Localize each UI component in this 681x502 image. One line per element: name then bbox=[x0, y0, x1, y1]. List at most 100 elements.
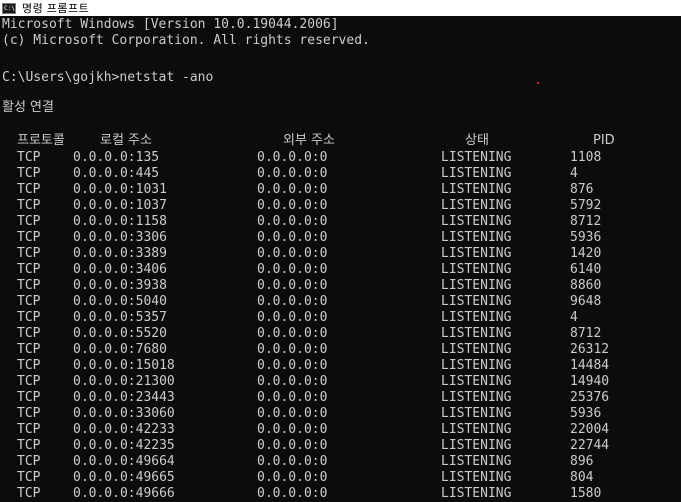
cell-local-address: 0.0.0.0:33060 bbox=[73, 406, 175, 421]
cell-pid: 1108 bbox=[570, 150, 602, 165]
cell-proto: TCP bbox=[17, 486, 41, 501]
cell-local-address: 0.0.0.0:7680 bbox=[73, 342, 167, 357]
cell-state: LISTENING bbox=[441, 198, 512, 213]
cell-proto: TCP bbox=[17, 214, 41, 229]
cell-proto: TCP bbox=[17, 374, 41, 389]
cell-pid: 4 bbox=[570, 310, 578, 325]
cell-local-address: 0.0.0.0:49665 bbox=[73, 470, 175, 485]
cell-pid: 1580 bbox=[570, 486, 602, 501]
cell-proto: TCP bbox=[17, 262, 41, 277]
cell-pid: 4 bbox=[570, 166, 578, 181]
cell-foreign-address: 0.0.0.0:0 bbox=[257, 166, 328, 181]
cell-local-address: 0.0.0.0:42233 bbox=[73, 422, 175, 437]
cell-state: LISTENING bbox=[441, 246, 512, 261]
cell-local-address: 0.0.0.0:3406 bbox=[73, 262, 167, 277]
cell-pid: 896 bbox=[570, 454, 594, 469]
mouse-pointer-mark bbox=[537, 82, 539, 84]
console-area[interactable]: Microsoft Windows [Version 10.0.19044.20… bbox=[0, 17, 681, 502]
cell-local-address: 0.0.0.0:5040 bbox=[73, 294, 167, 309]
table-row: TCP 0.0.0.0:1158 0.0.0.0:0 LISTENING 8712 bbox=[0, 214, 681, 230]
cell-pid: 8712 bbox=[570, 214, 602, 229]
command-prompt-window: C:\ 명령 프롬프트 Microsoft Windows [Version 1… bbox=[0, 0, 681, 502]
header-proto: 프로토콜 bbox=[17, 133, 65, 148]
cell-state: LISTENING bbox=[441, 342, 512, 357]
table-row: TCP 0.0.0.0:42235 0.0.0.0:0 LISTENING 22744 bbox=[0, 438, 681, 454]
table-row: TCP 0.0.0.0:3389 0.0.0.0:0 LISTENING 1420 bbox=[0, 246, 681, 262]
table-row: TCP 0.0.0.0:3938 0.0.0.0:0 LISTENING 8860 bbox=[0, 278, 681, 294]
cell-local-address: 0.0.0.0:1158 bbox=[73, 214, 167, 229]
title-bar[interactable]: C:\ 명령 프롬프트 bbox=[0, 0, 681, 16]
command-prompt-line: C:\Users\gojkh>netstat -ano bbox=[2, 70, 214, 85]
cell-pid: 1420 bbox=[570, 246, 602, 261]
table-row: TCP 0.0.0.0:21300 0.0.0.0:0 LISTENING 14940 bbox=[0, 374, 681, 390]
cell-foreign-address: 0.0.0.0:0 bbox=[257, 358, 328, 373]
cell-foreign-address: 0.0.0.0:0 bbox=[257, 150, 328, 165]
cell-proto: TCP bbox=[17, 166, 41, 181]
cell-pid: 14940 bbox=[570, 374, 610, 389]
cell-foreign-address: 0.0.0.0:0 bbox=[257, 278, 328, 293]
banner-line-copyright: (c) Microsoft Corporation. All rights re… bbox=[2, 33, 370, 48]
table-row: TCP 0.0.0.0:5040 0.0.0.0:0 LISTENING 9648 bbox=[0, 294, 681, 310]
table-row: TCP 0.0.0.0:49666 0.0.0.0:0 LISTENING 1580 bbox=[0, 486, 681, 502]
cell-foreign-address: 0.0.0.0:0 bbox=[257, 422, 328, 437]
cell-pid: 5792 bbox=[570, 198, 602, 213]
cell-pid: 5936 bbox=[570, 406, 602, 421]
cell-foreign-address: 0.0.0.0:0 bbox=[257, 406, 328, 421]
cell-proto: TCP bbox=[17, 310, 41, 325]
header-pid: PID bbox=[593, 133, 615, 148]
cell-proto: TCP bbox=[17, 294, 41, 309]
header-local-address: 로컬 주소 bbox=[100, 133, 152, 148]
cell-pid: 5936 bbox=[570, 230, 602, 245]
cell-proto: TCP bbox=[17, 278, 41, 293]
cell-state: LISTENING bbox=[441, 294, 512, 309]
cell-proto: TCP bbox=[17, 326, 41, 341]
cell-pid: 26312 bbox=[570, 342, 610, 357]
cell-pid: 25376 bbox=[570, 390, 610, 405]
cell-pid: 804 bbox=[570, 470, 594, 485]
table-row: TCP 0.0.0.0:1031 0.0.0.0:0 LISTENING 876 bbox=[0, 182, 681, 198]
table-row: TCP 0.0.0.0:135 0.0.0.0:0 LISTENING 1108 bbox=[0, 150, 681, 166]
connections-table: TCP 0.0.0.0:135 0.0.0.0:0 LISTENING 1108 TCP 0… bbox=[0, 150, 681, 502]
table-row: TCP 0.0.0.0:49664 0.0.0.0:0 LISTENING 896 bbox=[0, 454, 681, 470]
cell-state: LISTENING bbox=[441, 454, 512, 469]
cell-local-address: 0.0.0.0:1037 bbox=[73, 198, 167, 213]
cell-local-address: 0.0.0.0:3306 bbox=[73, 230, 167, 245]
cell-proto: TCP bbox=[17, 406, 41, 421]
table-row: TCP 0.0.0.0:42233 0.0.0.0:0 LISTENING 22004 bbox=[0, 422, 681, 438]
cell-state: LISTENING bbox=[441, 406, 512, 421]
cell-state: LISTENING bbox=[441, 422, 512, 437]
cell-state: LISTENING bbox=[441, 390, 512, 405]
table-row: TCP 0.0.0.0:1037 0.0.0.0:0 LISTENING 5792 bbox=[0, 198, 681, 214]
header-state: 상태 bbox=[465, 133, 489, 148]
cell-foreign-address: 0.0.0.0:0 bbox=[257, 294, 328, 309]
cell-foreign-address: 0.0.0.0:0 bbox=[257, 182, 328, 197]
cell-state: LISTENING bbox=[441, 326, 512, 341]
table-row: TCP 0.0.0.0:5357 0.0.0.0:0 LISTENING 4 bbox=[0, 310, 681, 326]
cell-state: LISTENING bbox=[441, 230, 512, 245]
cell-foreign-address: 0.0.0.0:0 bbox=[257, 374, 328, 389]
table-row: TCP 0.0.0.0:49665 0.0.0.0:0 LISTENING 804 bbox=[0, 470, 681, 486]
cell-local-address: 0.0.0.0:1031 bbox=[73, 182, 167, 197]
cell-foreign-address: 0.0.0.0:0 bbox=[257, 246, 328, 261]
cell-state: LISTENING bbox=[441, 310, 512, 325]
cell-foreign-address: 0.0.0.0:0 bbox=[257, 230, 328, 245]
cell-proto: TCP bbox=[17, 342, 41, 357]
cell-pid: 22004 bbox=[570, 422, 610, 437]
table-row: TCP 0.0.0.0:23443 0.0.0.0:0 LISTENING 25376 bbox=[0, 390, 681, 406]
cell-pid: 22744 bbox=[570, 438, 610, 453]
cell-local-address: 0.0.0.0:445 bbox=[73, 166, 160, 181]
table-row: TCP 0.0.0.0:5520 0.0.0.0:0 LISTENING 8712 bbox=[0, 326, 681, 342]
table-row: TCP 0.0.0.0:445 0.0.0.0:0 LISTENING 4 bbox=[0, 166, 681, 182]
cell-foreign-address: 0.0.0.0:0 bbox=[257, 262, 328, 277]
cell-state: LISTENING bbox=[441, 358, 512, 373]
table-row: TCP 0.0.0.0:7680 0.0.0.0:0 LISTENING 26312 bbox=[0, 342, 681, 358]
cell-pid: 9648 bbox=[570, 294, 602, 309]
cell-pid: 876 bbox=[570, 182, 594, 197]
cell-proto: TCP bbox=[17, 358, 41, 373]
cell-foreign-address: 0.0.0.0:0 bbox=[257, 310, 328, 325]
table-row: TCP 0.0.0.0:33060 0.0.0.0:0 LISTENING 5936 bbox=[0, 406, 681, 422]
cell-proto: TCP bbox=[17, 230, 41, 245]
cell-local-address: 0.0.0.0:42235 bbox=[73, 438, 175, 453]
cell-proto: TCP bbox=[17, 390, 41, 405]
cell-state: LISTENING bbox=[441, 438, 512, 453]
